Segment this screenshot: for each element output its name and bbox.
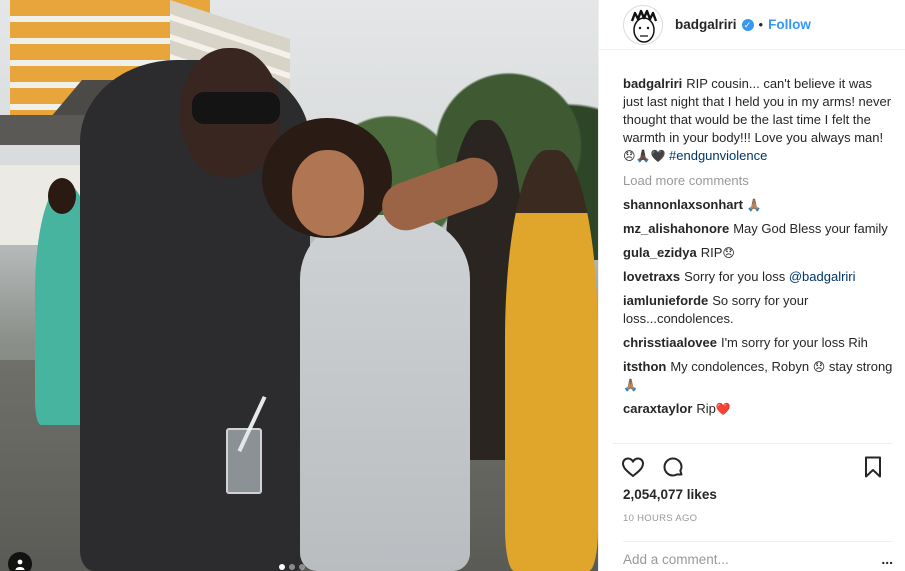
post-sidebar: badgalriri ✓ • Follow badgalriri RIP cous… (598, 0, 905, 571)
bookmark-icon[interactable] (853, 447, 893, 487)
user-tag-glyph (15, 559, 25, 570)
list-item: shannonlaxsonhart 🙏🏽 (623, 196, 893, 214)
avatar-drawing (630, 9, 658, 43)
list-item: mz_alishahonore May God Bless your family (623, 220, 893, 238)
list-item: lovetraxs Sorry for you loss @badgalriri (623, 268, 893, 286)
action-bar (613, 443, 893, 489)
comment-username[interactable]: chrisstiaalovee (623, 335, 717, 350)
user-tag-icon[interactable] (8, 552, 32, 571)
comment-emoji: 🙏🏽 (746, 198, 762, 212)
list-item: chrisstiaalovee I'm sorry for your loss R… (623, 334, 893, 352)
photo-woman-white-dress (300, 215, 470, 571)
bookmark-glyph (865, 456, 881, 477)
comment-text: My condolences, Robyn (670, 359, 813, 374)
carousel-dot (299, 564, 305, 570)
caption-emoji: 😞🙏🏿🖤 (623, 149, 666, 163)
comment-text: May God Bless your family (733, 221, 888, 236)
comment-username[interactable]: iamlunieforde (623, 293, 708, 308)
comment-mention[interactable]: @badgalriri (789, 269, 856, 284)
list-item: itsthon My condolences, Robyn 😞 stay stro… (623, 358, 893, 394)
post-timestamp[interactable]: 10 HOURS AGO (623, 513, 697, 524)
comment-username[interactable]: caraxtaylor (623, 401, 692, 416)
comment-text: RIP (700, 245, 723, 260)
carousel-dot (289, 564, 295, 570)
comment-glyph (663, 457, 683, 476)
list-item: caraxtaylor Rip❤️ (623, 400, 893, 418)
comment-emoji: 😞 (812, 360, 826, 374)
heart-glyph (621, 456, 645, 477)
photo-sunglasses (192, 92, 280, 124)
carousel-indicator (279, 564, 305, 570)
post-header: badgalriri ✓ • Follow (599, 0, 905, 50)
comment-emoji: 😞 (722, 246, 735, 260)
comment-username[interactable]: gula_ezidya (623, 245, 697, 260)
follow-button[interactable]: Follow (768, 17, 811, 32)
load-more-comments[interactable]: Load more comments (623, 172, 893, 190)
photo-glass (226, 428, 262, 494)
comment-username[interactable]: lovetraxs (623, 269, 680, 284)
comment-text: I'm sorry for your loss Rih (720, 335, 868, 350)
post-photo[interactable] (0, 0, 598, 571)
comment-form: ... (623, 541, 893, 571)
likes-count[interactable]: 2,054,077 likes (623, 487, 717, 502)
comment-username[interactable]: mz_alishahonore (623, 221, 729, 236)
header-separator: • (758, 17, 764, 32)
verified-badge-icon: ✓ (741, 18, 754, 31)
photo-person-head (48, 178, 76, 214)
post-caption: badgalriri RIP cousin... can't believe it… (623, 75, 893, 165)
comment-emoji-2: 🙏🏽 (623, 378, 638, 392)
photo-person-yellow-dress (505, 150, 598, 571)
caption-username[interactable]: badgalriri (623, 76, 682, 91)
comment-emoji: ❤️ (715, 402, 731, 416)
carousel-dot (279, 564, 285, 570)
more-options-button[interactable]: ... (881, 551, 893, 567)
header-username[interactable]: badgalriri (675, 17, 737, 32)
comments-list: badgalriri RIP cousin... can't believe it… (623, 75, 893, 424)
caption-hashtag[interactable]: #endgunviolence (669, 148, 767, 163)
list-item: gula_ezidya RIP😞 (623, 244, 893, 262)
comment-username[interactable]: shannonlaxsonhart (623, 197, 743, 212)
list-item: iamlunieforde So sorry for your loss...co… (623, 292, 893, 328)
comment-text-2: stay strong (825, 359, 893, 374)
comment-text: Sorry for you loss (684, 269, 789, 284)
photo-woman-face (292, 150, 364, 236)
heart-icon[interactable] (613, 447, 653, 487)
comment-icon[interactable] (653, 447, 693, 487)
comment-text: Rip (696, 401, 716, 416)
comment-input[interactable] (623, 552, 863, 567)
comment-username[interactable]: itsthon (623, 359, 666, 374)
avatar[interactable] (623, 4, 663, 45)
